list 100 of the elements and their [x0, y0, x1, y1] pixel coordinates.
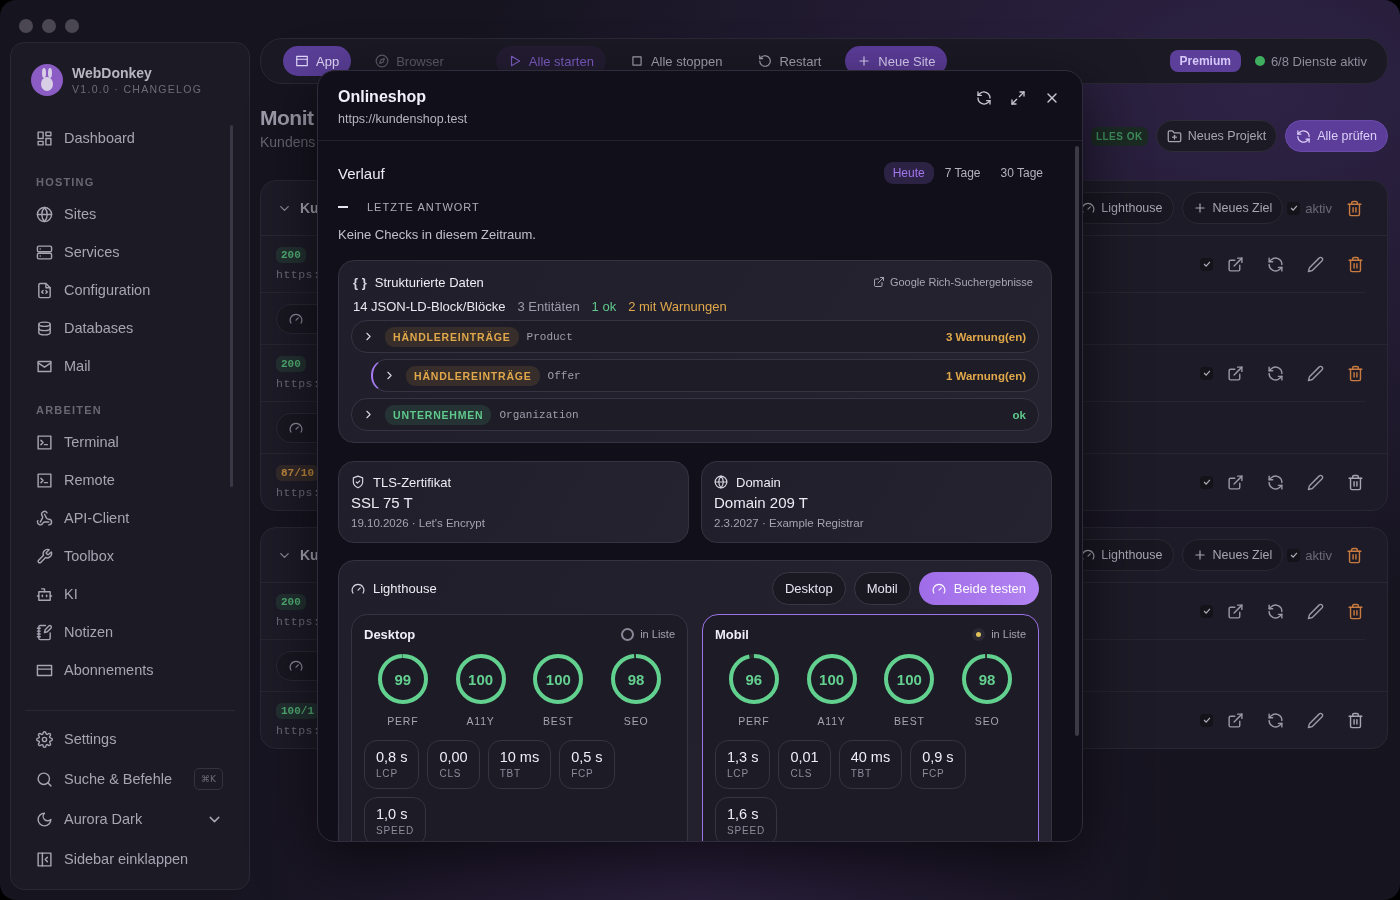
external-link-icon[interactable]	[1226, 364, 1244, 382]
refresh-icon[interactable]	[976, 90, 992, 106]
entity-row[interactable]: HÄNDLEREINTRÄGE Offer 1 Warnung(en)	[371, 359, 1039, 392]
nav-item[interactable]: Toolbox	[11, 537, 249, 575]
pencil-icon[interactable]	[1306, 711, 1324, 729]
run-button[interactable]: Desktop	[771, 572, 846, 605]
checkbox[interactable]	[1200, 257, 1213, 271]
score-ring	[804, 652, 859, 706]
entity-status: 3 Warnung(en)	[945, 330, 1026, 343]
toolbar-button[interactable]: Alle stoppen	[617, 46, 735, 76]
card-title: Strukturierte Daten	[374, 274, 484, 290]
gauge-icon	[1081, 201, 1096, 215]
score-value: 99	[394, 670, 412, 688]
refresh-icon[interactable]	[1266, 255, 1284, 273]
status-badge: 200	[276, 594, 306, 610]
page-button[interactable]: Alle prüfen	[1285, 120, 1388, 152]
gauge-icon	[1081, 548, 1096, 562]
checkbox[interactable]	[1200, 475, 1213, 489]
card-title: TLS-Zertifikat	[373, 474, 451, 490]
refresh-icon[interactable]	[1266, 602, 1284, 620]
services-status: 6/8 Dienste aktiv	[1270, 53, 1367, 69]
nav-item[interactable]: Configuration	[11, 271, 249, 309]
checkbox[interactable]	[1200, 366, 1213, 380]
trash-icon[interactable]	[1346, 602, 1364, 620]
nav-item[interactable]: Sidebar einklappen	[25, 839, 235, 879]
trash-icon[interactable]	[1346, 473, 1364, 491]
nav-item[interactable]: Settings	[25, 719, 235, 759]
trash-icon[interactable]	[1346, 364, 1364, 382]
nav-item[interactable]: Databases	[11, 309, 249, 347]
refresh-icon[interactable]	[1266, 711, 1284, 729]
globe-icon	[36, 205, 53, 223]
refresh-icon[interactable]	[1266, 364, 1284, 382]
segment-tab[interactable]: App	[283, 46, 352, 76]
trash-icon[interactable]	[1346, 711, 1364, 729]
external-link-icon[interactable]	[1226, 711, 1244, 729]
page-button[interactable]: Neues Projekt	[1155, 120, 1278, 152]
check-icon	[1288, 203, 1299, 213]
nav-item[interactable]: Terminal	[11, 423, 249, 461]
nav-item[interactable]: Remote	[11, 461, 249, 499]
nav-item[interactable]: Abonnements	[11, 651, 249, 689]
checkbox[interactable]	[1287, 548, 1301, 562]
scrollbar[interactable]	[230, 125, 233, 487]
score-value: 100	[896, 670, 922, 688]
checkbox[interactable]	[1200, 713, 1213, 727]
pencil-icon[interactable]	[1306, 364, 1324, 382]
run-button[interactable]: Mobil	[853, 572, 911, 605]
trash-icon[interactable]	[1345, 199, 1363, 217]
section-heading: HOSTING	[35, 175, 96, 190]
nav-item[interactable]: Notizen	[11, 613, 249, 651]
scrollbar[interactable]	[1075, 146, 1079, 736]
range-tab[interactable]: Heute	[883, 162, 934, 184]
toolbar-button[interactable]: Restart	[746, 46, 834, 76]
radio-button[interactable]	[621, 627, 635, 641]
metric-value: 0,01	[790, 748, 819, 767]
new-target-button[interactable]: Neues Ziel	[1181, 192, 1284, 224]
pencil-icon[interactable]	[1306, 255, 1324, 273]
refresh-icon[interactable]	[1266, 473, 1284, 491]
stop-icon	[629, 54, 644, 68]
nav-item[interactable]: KI	[11, 575, 249, 613]
nav-item[interactable]: Suche & Befehle ⌘K	[25, 759, 235, 799]
entity-badge: HÄNDLEREINTRÄGE	[385, 326, 519, 347]
score-label: PERF	[738, 714, 770, 728]
device-panel[interactable]: Mobil in Liste 96 PERF 100 A11Y 100 BEST 98 SEO 1,3 s LCP 0,01 CLS 40 ms TBT 0,9 s FCP 1,6 s SPEED	[702, 614, 1039, 841]
external-link-icon[interactable]	[1226, 255, 1244, 273]
external-link-icon[interactable]	[1226, 602, 1244, 620]
check-icon	[1201, 368, 1212, 378]
wrench-icon	[36, 547, 53, 565]
score-label: A11Y	[817, 714, 846, 728]
new-target-button[interactable]: Neues Ziel	[1181, 539, 1284, 571]
pencil-icon[interactable]	[1306, 473, 1324, 491]
radio-label: in Liste	[991, 628, 1026, 640]
trash-icon[interactable]	[1345, 546, 1363, 564]
expand-icon[interactable]	[1010, 90, 1026, 106]
nav-item[interactable]: API-Client	[11, 499, 249, 537]
metric-value: 1,3 s	[727, 748, 759, 767]
device-panel[interactable]: Desktop in Liste 99 PERF 100 A11Y 100 BEST 98 SEO 0,8 s LCP 0,00 CLS 10 ms TBT 0,5 s FCP 1,0 s SPEED	[351, 614, 688, 841]
pencil-icon[interactable]	[1306, 602, 1324, 620]
page-subtitle: Kundens	[260, 133, 316, 152]
nav-item[interactable]: Services	[11, 233, 249, 271]
metric-value: 0,00	[439, 748, 468, 767]
nav-item[interactable]: Dashboard	[11, 119, 249, 157]
range-tab[interactable]: 30 Tage	[991, 162, 1052, 184]
radio-button[interactable]	[972, 627, 986, 641]
check-icon	[1201, 477, 1212, 487]
external-link-icon[interactable]	[1226, 473, 1244, 491]
entity-row[interactable]: UNTERNEHMEN Organization ok	[351, 398, 1039, 431]
rich-results-link[interactable]: Google Rich-Suchergebnisse	[872, 276, 1033, 288]
trash-icon[interactable]	[1346, 255, 1364, 273]
checkbox[interactable]	[1287, 201, 1301, 215]
nav-item[interactable]: Mail	[11, 347, 249, 385]
entity-row[interactable]: HÄNDLEREINTRÄGE Product 3 Warnung(en)	[351, 320, 1039, 353]
nav-item[interactable]: Sites	[11, 195, 249, 233]
nav-item[interactable]: Aurora Dark	[25, 799, 235, 839]
range-tab[interactable]: 7 Tage	[935, 162, 990, 184]
score-label: A11Y	[466, 714, 495, 728]
gauge-icon	[289, 311, 303, 326]
checkbox[interactable]	[1200, 604, 1213, 618]
entity-type: Organization	[499, 408, 579, 421]
site-url: https:	[276, 724, 321, 737]
summary-item: 1 ok	[591, 298, 617, 314]
